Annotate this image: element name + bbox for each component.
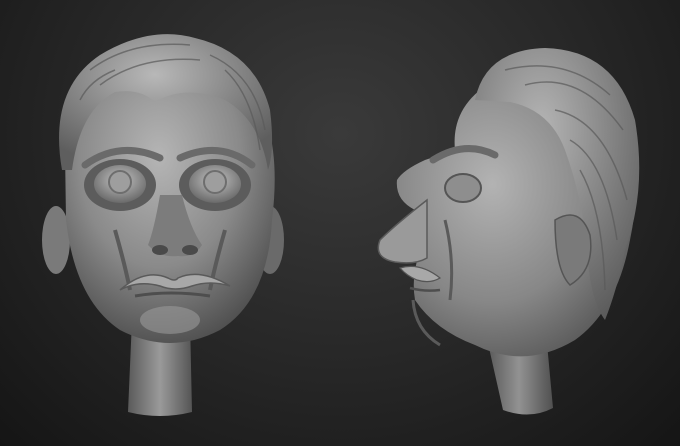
render-canvas	[0, 0, 680, 446]
front-view-sculpt	[20, 0, 320, 446]
left-ear	[42, 206, 70, 274]
profile-view-sculpt	[355, 0, 665, 446]
nose	[377, 198, 428, 264]
eye	[444, 173, 482, 203]
